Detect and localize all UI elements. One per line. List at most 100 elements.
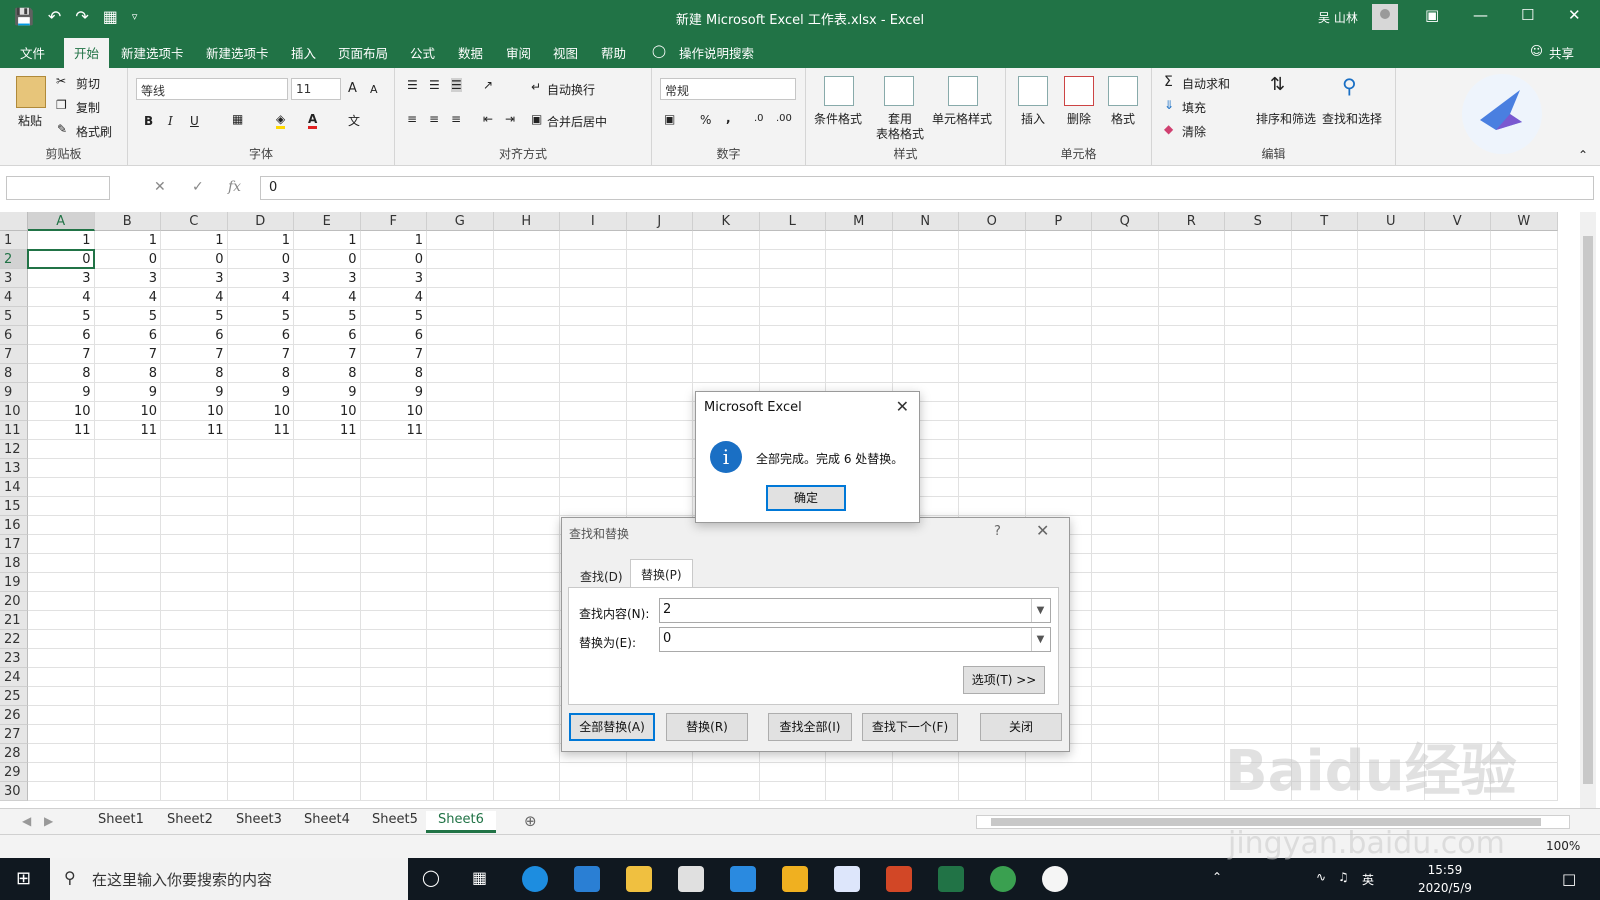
cell-f3[interactable]: 3 xyxy=(360,269,427,288)
cell-q18[interactable] xyxy=(1092,554,1159,573)
cell-t5[interactable] xyxy=(1291,307,1358,326)
cell-p9[interactable] xyxy=(1025,383,1092,402)
cell-o15[interactable] xyxy=(959,497,1026,516)
cell-t6[interactable] xyxy=(1291,326,1358,345)
row-header-26[interactable]: 26 xyxy=(0,706,28,725)
cell-w20[interactable] xyxy=(1491,592,1558,611)
edge-icon[interactable] xyxy=(574,866,600,892)
cell-a23[interactable] xyxy=(28,649,95,668)
cell-f24[interactable] xyxy=(360,668,427,687)
cell-e3[interactable]: 3 xyxy=(294,269,361,288)
bird-app-icon[interactable] xyxy=(834,866,860,892)
cell-r29[interactable] xyxy=(1158,763,1225,782)
cell-d28[interactable] xyxy=(227,744,294,763)
column-header-w[interactable]: W xyxy=(1491,212,1558,231)
cell-u26[interactable] xyxy=(1358,706,1425,725)
find-next-button[interactable]: 查找下一个(F) xyxy=(862,713,958,741)
column-header-i[interactable]: I xyxy=(560,212,627,231)
cell-p11[interactable] xyxy=(1025,421,1092,440)
cell-c1[interactable]: 1 xyxy=(161,231,228,250)
cell-e18[interactable] xyxy=(294,554,361,573)
cell-e6[interactable]: 6 xyxy=(294,326,361,345)
cell-d13[interactable] xyxy=(227,459,294,478)
cell-c4[interactable]: 4 xyxy=(161,288,228,307)
cell-h6[interactable] xyxy=(493,326,560,345)
cell-w9[interactable] xyxy=(1491,383,1558,402)
cell-a4[interactable]: 4 xyxy=(28,288,95,307)
cell-e21[interactable] xyxy=(294,611,361,630)
cell-u5[interactable] xyxy=(1358,307,1425,326)
windows-start-icon[interactable]: ⊞ xyxy=(16,868,31,889)
app-g-icon[interactable] xyxy=(782,866,808,892)
cell-o5[interactable] xyxy=(959,307,1026,326)
cell-r10[interactable] xyxy=(1158,402,1225,421)
cell-r12[interactable] xyxy=(1158,440,1225,459)
ime-indicator[interactable]: 英 xyxy=(1362,871,1374,888)
sheet-tab-sheet4[interactable]: Sheet4 xyxy=(292,811,362,833)
cell-w15[interactable] xyxy=(1491,497,1558,516)
cell-q15[interactable] xyxy=(1092,497,1159,516)
cell-m3[interactable] xyxy=(826,269,893,288)
cell-d6[interactable]: 6 xyxy=(227,326,294,345)
cell-t26[interactable] xyxy=(1291,706,1358,725)
cell-c7[interactable]: 7 xyxy=(161,345,228,364)
cell-c15[interactable] xyxy=(161,497,228,516)
cell-u19[interactable] xyxy=(1358,573,1425,592)
row-header-14[interactable]: 14 xyxy=(0,478,28,497)
cell-w17[interactable] xyxy=(1491,535,1558,554)
cell-w4[interactable] xyxy=(1491,288,1558,307)
cell-r6[interactable] xyxy=(1158,326,1225,345)
phonetic-icon[interactable]: 文 xyxy=(348,112,360,129)
cell-f11[interactable]: 11 xyxy=(360,421,427,440)
font-color-icon[interactable]: A xyxy=(308,112,318,129)
powerpoint-icon[interactable] xyxy=(886,866,912,892)
row-header-7[interactable]: 7 xyxy=(0,345,28,364)
cell-e2[interactable]: 0 xyxy=(294,250,361,269)
maps-icon[interactable] xyxy=(990,866,1016,892)
cell-a13[interactable] xyxy=(28,459,95,478)
cell-w22[interactable] xyxy=(1491,630,1558,649)
cell-p30[interactable] xyxy=(1025,782,1092,801)
cell-a6[interactable]: 6 xyxy=(28,326,95,345)
cell-q23[interactable] xyxy=(1092,649,1159,668)
column-header-t[interactable]: T xyxy=(1291,212,1358,231)
close-icon[interactable]: ✕ xyxy=(1036,521,1049,540)
cell-f21[interactable] xyxy=(360,611,427,630)
format-cells-button[interactable]: 格式 xyxy=(1111,110,1135,127)
cell-e22[interactable] xyxy=(294,630,361,649)
cell-i3[interactable] xyxy=(560,269,627,288)
cell-h7[interactable] xyxy=(493,345,560,364)
cell-a12[interactable] xyxy=(28,440,95,459)
row-header-25[interactable]: 25 xyxy=(0,687,28,706)
cell-u9[interactable] xyxy=(1358,383,1425,402)
cell-j3[interactable] xyxy=(626,269,693,288)
cell-e8[interactable]: 8 xyxy=(294,364,361,383)
cell-i13[interactable] xyxy=(560,459,627,478)
cell-l5[interactable] xyxy=(759,307,826,326)
cell-q25[interactable] xyxy=(1092,687,1159,706)
cell-d29[interactable] xyxy=(227,763,294,782)
cell-f25[interactable] xyxy=(360,687,427,706)
cell-g8[interactable] xyxy=(427,364,494,383)
cell-c18[interactable] xyxy=(161,554,228,573)
cell-g19[interactable] xyxy=(427,573,494,592)
replace-with-dropdown-icon[interactable]: ▼ xyxy=(1031,628,1049,651)
cell-u14[interactable] xyxy=(1358,478,1425,497)
cell-r20[interactable] xyxy=(1158,592,1225,611)
cell-c9[interactable]: 9 xyxy=(161,383,228,402)
row-header-4[interactable]: 4 xyxy=(0,288,28,307)
cell-r30[interactable] xyxy=(1158,782,1225,801)
cell-i7[interactable] xyxy=(560,345,627,364)
cell-d16[interactable] xyxy=(227,516,294,535)
user-name[interactable]: 吴 山林 xyxy=(1318,9,1358,26)
cell-v6[interactable] xyxy=(1424,326,1491,345)
cell-a10[interactable]: 10 xyxy=(28,402,95,421)
replace-all-button[interactable]: 全部替换(A) xyxy=(569,713,655,741)
options-button[interactable]: 选项(T) >> xyxy=(963,666,1045,694)
cell-b29[interactable] xyxy=(94,763,161,782)
cell-i4[interactable] xyxy=(560,288,627,307)
cell-b27[interactable] xyxy=(94,725,161,744)
app-s-icon[interactable] xyxy=(522,866,548,892)
cell-s18[interactable] xyxy=(1225,554,1292,573)
cell-a1[interactable]: 1 xyxy=(28,231,95,250)
